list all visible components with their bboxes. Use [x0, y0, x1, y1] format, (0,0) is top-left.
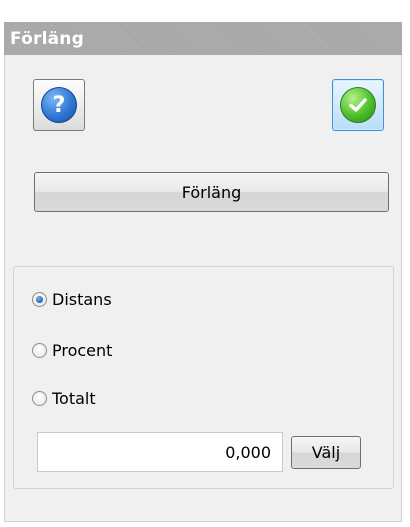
help-glyph: ? [52, 92, 66, 118]
radio-label-totalt: Totalt [52, 388, 96, 408]
radio-button[interactable] [32, 390, 47, 406]
panel-title-bar: Förläng [4, 22, 402, 55]
extend-button[interactable]: Förläng [34, 172, 389, 212]
radio-totalt[interactable]: Totalt [32, 387, 96, 409]
pick-button[interactable]: Välj [291, 436, 361, 469]
value-input[interactable] [37, 432, 283, 472]
radio-button[interactable] [32, 342, 47, 358]
panel-title: Förläng [10, 28, 84, 49]
radio-distans[interactable]: Distans [32, 288, 112, 310]
radio-button-selected[interactable] [32, 291, 47, 307]
radio-label-procent: Procent [52, 340, 113, 360]
confirm-button[interactable] [332, 79, 384, 131]
green-check-icon [340, 87, 376, 123]
radio-procent[interactable]: Procent [32, 339, 112, 361]
radio-dot-icon [36, 295, 43, 303]
question-mark-icon: ? [41, 87, 77, 123]
help-button[interactable]: ? [33, 79, 85, 131]
radio-label-distans: Distans [52, 289, 112, 309]
check-mark-icon [349, 98, 367, 112]
